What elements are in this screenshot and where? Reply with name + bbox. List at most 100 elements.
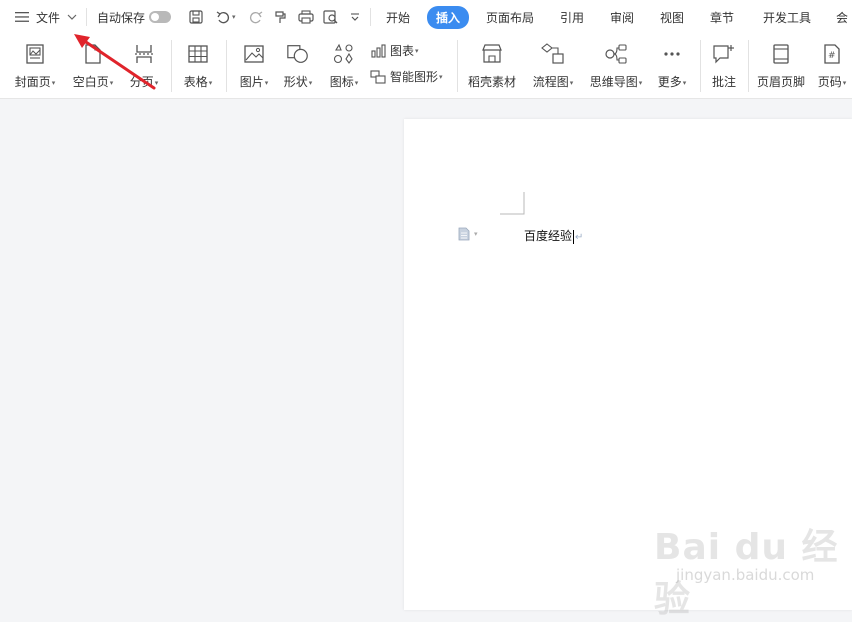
dropdown-caret-icon: ▾: [638, 78, 643, 87]
hamburger-menu-icon: [15, 12, 29, 22]
tab-label: 视图: [659, 10, 684, 25]
chevron-down-line-icon: [351, 13, 359, 21]
tab-label: 插入: [426, 5, 469, 29]
dropdown-caret-icon: ▾: [682, 78, 687, 87]
divider: [171, 40, 172, 92]
divider: [700, 40, 701, 92]
shape-button[interactable]: 形状▾: [276, 42, 320, 90]
divider: [86, 8, 87, 26]
customize-quick-access-button[interactable]: [350, 0, 360, 34]
baidu-watermark-url: jingyan.baidu.com: [676, 566, 815, 584]
mindmap-label: 思维导图: [589, 75, 638, 89]
undo-button[interactable]: ▾: [215, 0, 236, 34]
table-label: 表格: [183, 75, 208, 89]
material-store-icon: [482, 44, 502, 63]
divider: [457, 40, 458, 92]
header-footer-button[interactable]: 页眉页脚: [754, 42, 808, 90]
chart-button[interactable]: 图表 ▾: [370, 42, 419, 59]
undo-icon: [216, 11, 229, 24]
flowchart-button[interactable]: 流程图▾: [528, 42, 578, 90]
autosave-switch[interactable]: [149, 11, 172, 23]
smart-art-icon: [370, 69, 386, 84]
mindmap-button[interactable]: 思维导图▾: [588, 42, 644, 90]
comment-icon: [713, 45, 734, 64]
icon-library-label: 图标: [329, 75, 354, 89]
dropdown-caret-icon: ▾: [415, 46, 419, 55]
print-icon: [298, 10, 314, 24]
header-footer-label: 页眉页脚: [756, 75, 805, 89]
paragraph-handle[interactable]: ▾: [458, 227, 478, 241]
print-preview-icon: [323, 10, 338, 24]
shape-label: 形状: [283, 75, 308, 89]
dropdown-caret-icon: ▾: [354, 78, 359, 87]
more-dots-icon: [664, 52, 680, 56]
page-number-label: 页码: [817, 75, 842, 89]
dropdown-caret-icon: ▾: [308, 78, 313, 87]
tab-insert[interactable]: 插入: [422, 0, 474, 34]
comment-label: 批注: [711, 75, 736, 89]
paragraph-document-icon: [458, 227, 470, 241]
page-number-icon: #: [824, 44, 840, 64]
page-number-button[interactable]: # 页码▾: [814, 42, 850, 90]
tab-view[interactable]: 视图: [652, 0, 692, 34]
dropdown-caret-icon: ▾: [474, 230, 478, 238]
tab-label: 开始: [385, 10, 410, 25]
dropdown-caret-icon: ▾: [51, 78, 56, 87]
cover-page-icon: [26, 44, 44, 64]
cover-page-button[interactable]: 封面页▾: [10, 42, 60, 90]
picture-button[interactable]: 图片▾: [232, 42, 276, 90]
svg-text:#: #: [828, 51, 836, 61]
tab-label: 开发工具: [762, 10, 811, 25]
text-cursor: [573, 229, 575, 244]
undo-dropdown-icon[interactable]: ▾: [232, 13, 236, 21]
table-icon: [188, 45, 208, 63]
tab-member[interactable]: 会: [832, 0, 852, 34]
save-button[interactable]: [188, 0, 204, 34]
header-footer-icon: [773, 44, 789, 64]
document-text: 百度经验: [524, 229, 573, 243]
format-painter-icon: [275, 11, 286, 23]
divider: [748, 40, 749, 92]
autosave-label: 自动保存: [97, 10, 146, 25]
print-preview-button[interactable]: [322, 0, 340, 34]
redo-button[interactable]: [248, 0, 264, 34]
file-menu-button[interactable]: 文件: [14, 0, 77, 34]
chart-icon: [371, 43, 386, 58]
tab-label: 会: [835, 10, 848, 25]
tab-section[interactable]: 章节: [702, 0, 742, 34]
dropdown-caret-icon: ▾: [842, 78, 847, 87]
daoke-material-label: 稻壳素材: [467, 75, 516, 89]
tab-label: 引用: [559, 10, 584, 25]
dropdown-caret-icon: ▾: [569, 78, 574, 87]
divider: [226, 40, 227, 92]
save-icon: [189, 10, 203, 24]
tab-review[interactable]: 审阅: [602, 0, 642, 34]
daoke-material-button[interactable]: 稻壳素材: [464, 42, 520, 90]
document-body-text[interactable]: 百度经验 ↵: [524, 227, 583, 244]
tab-references[interactable]: 引用: [552, 0, 592, 34]
icon-library-icon: [333, 43, 353, 64]
title-bar: 文件 自动保存 ▾ 开始 插入 页面布局 引用 审阅 视图 章节 开发工具 会: [0, 0, 852, 34]
picture-icon: [244, 45, 264, 63]
tab-label: 页面布局: [485, 10, 534, 25]
format-painter-button[interactable]: [272, 0, 288, 34]
smart-art-label: 智能图形: [390, 70, 439, 84]
tab-label: 章节: [709, 10, 734, 25]
smart-art-button[interactable]: 智能图形 ▾: [370, 68, 443, 85]
icon-button[interactable]: 图标▾: [322, 42, 366, 90]
comment-button[interactable]: 批注: [704, 42, 744, 90]
dropdown-caret-icon: ▾: [264, 78, 269, 87]
flowchart-icon: [541, 43, 564, 64]
autosave-toggle[interactable]: 自动保存: [97, 0, 172, 34]
chevron-down-icon: [67, 14, 77, 20]
tab-developer-tools[interactable]: 开发工具: [756, 0, 818, 34]
more-button[interactable]: 更多▾: [652, 42, 692, 90]
dropdown-caret-icon: ▾: [208, 78, 213, 87]
tab-page-layout[interactable]: 页面布局: [478, 0, 542, 34]
table-button[interactable]: 表格▾: [176, 42, 220, 90]
more-label: 更多: [657, 75, 682, 89]
divider: [370, 8, 371, 26]
print-button[interactable]: [297, 0, 315, 34]
cover-page-label: 封面页: [14, 75, 51, 89]
tab-home[interactable]: 开始: [376, 0, 420, 34]
